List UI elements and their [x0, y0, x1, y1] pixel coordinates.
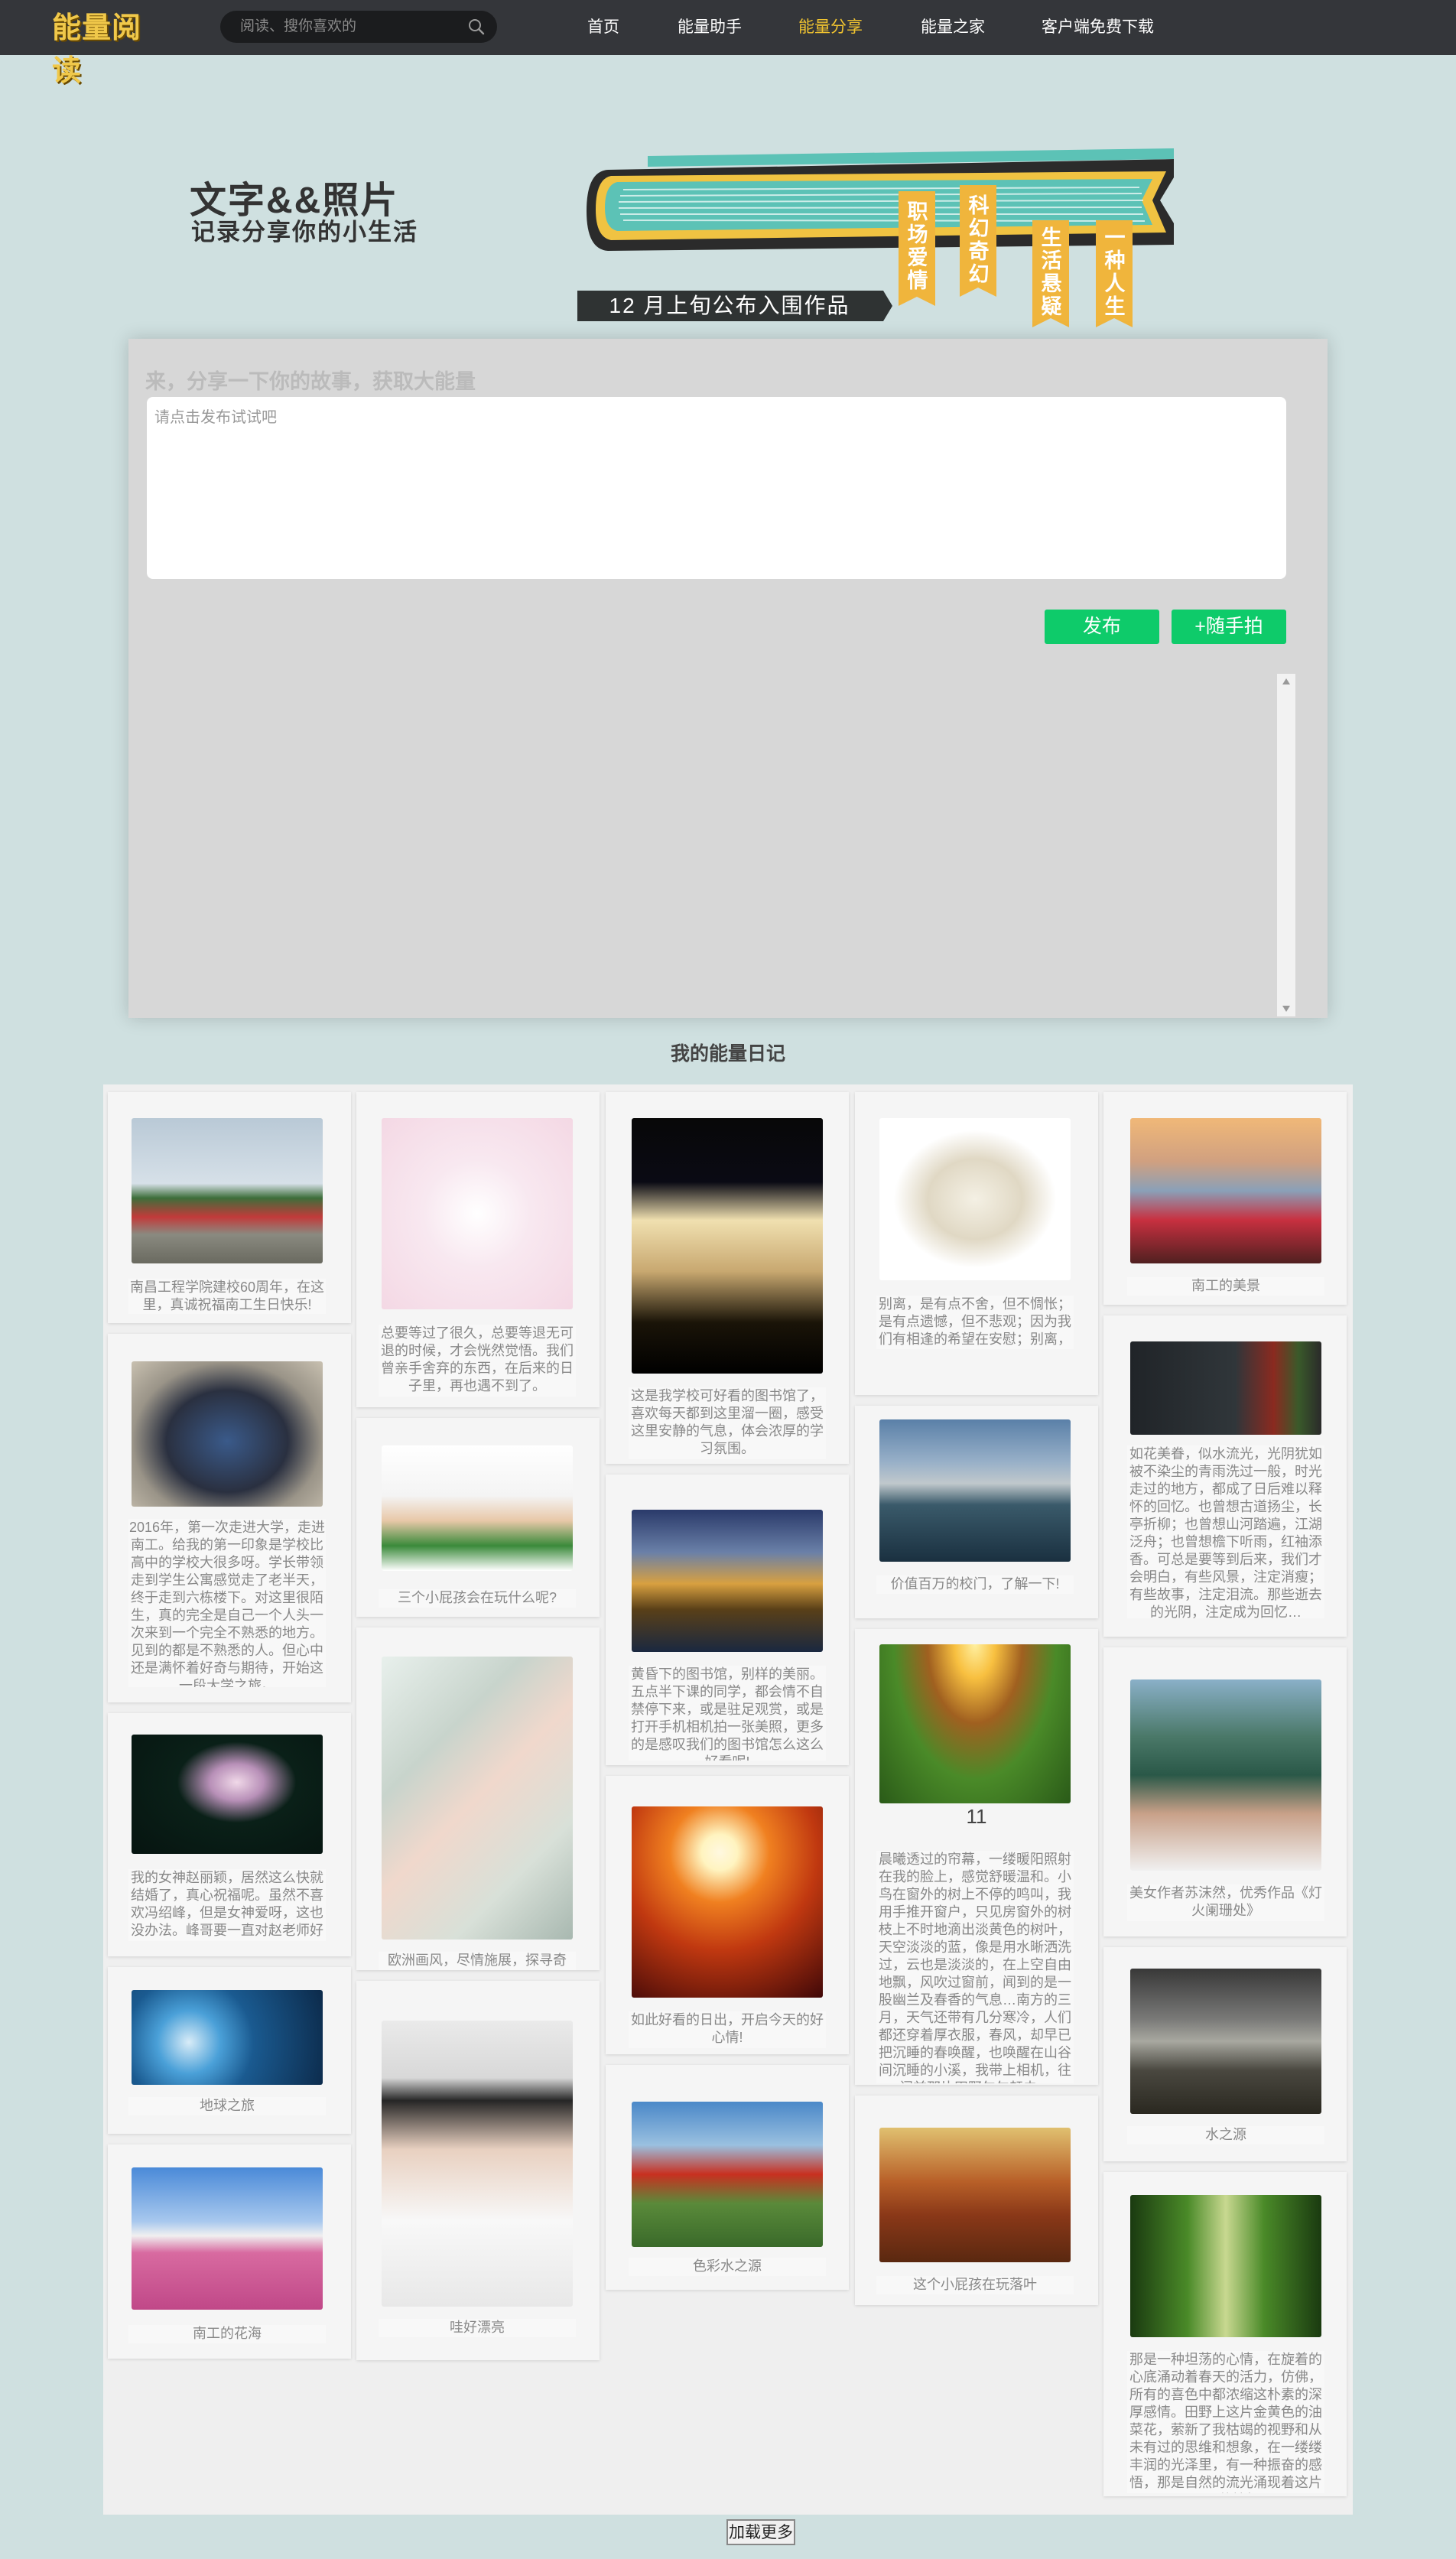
earth-photo[interactable] [132, 1990, 323, 2085]
tag-a-kind-of-life[interactable]: 一种人生 [1103, 226, 1126, 318]
search-box [220, 11, 497, 43]
load-more-button[interactable]: 加载更多 [726, 2519, 795, 2545]
pink-circle-photo[interactable] [382, 1118, 573, 1309]
site-logo[interactable]: 能量阅读 [52, 6, 150, 87]
author-photo[interactable] [1130, 1679, 1321, 1871]
diary-card[interactable]: 我的女神赵丽颖，居然这么快就结婚了，真心祝福呢。虽然不喜欢冯绍峰，但是女神爱呀，… [108, 1713, 351, 1956]
card-number: 11 [966, 1805, 987, 1828]
water-source-photo[interactable] [632, 2102, 823, 2247]
three-kids-photo[interactable] [382, 1445, 573, 1571]
card-caption: 黄昏下的图书馆，别样的美丽。五点半下课的同学，都会情不自禁停下来，或是驻足观赏，… [629, 1666, 826, 1761]
publish-button[interactable]: 发布 [1045, 610, 1159, 644]
campus-view-photo[interactable] [1130, 1118, 1321, 1263]
diary-card[interactable]: 价值百万的校门，了解一下! [855, 1406, 1098, 1618]
diary-section-title: 我的能量日记 [670, 1043, 785, 1065]
nav-energy-assistant[interactable]: 能量助手 [678, 0, 742, 55]
diary-card[interactable]: 黄昏下的图书馆，别样的美丽。五点半下课的同学，都会情不自禁停下来，或是驻足观赏，… [606, 1475, 849, 1765]
compose-textarea[interactable] [147, 397, 1286, 579]
diary-card[interactable]: 哇好漂亮 [356, 1981, 600, 2360]
nav-home[interactable]: 首页 [587, 0, 619, 55]
top-nav-bar: 能量阅读 首页 能量助手 能量分享 能量之家 客户端免费下载 [0, 0, 1456, 87]
nav-client-download[interactable]: 客户端免费下载 [1042, 0, 1154, 55]
compose-scrollbar[interactable] [1277, 674, 1295, 1016]
christmas-photo[interactable] [1130, 1341, 1321, 1435]
card-caption: 南工的花海 [128, 2325, 326, 2343]
diary-card[interactable]: 总要等过了很久，总要等退无可退的时候，才会恍然觉悟。我们曾亲手舍弃的东西，在后来… [356, 1092, 600, 1407]
forest-path-photo[interactable] [1130, 2195, 1321, 2337]
diary-card[interactable]: 别离，是有点不舍，但不惆怅；是有点遗憾，但不悲观；因为我们有相逢的希望在安慰；别… [855, 1092, 1098, 1395]
card-caption: 美女作者苏沫然，优秀作品《灯火阑珊处》 [1127, 1884, 1324, 1921]
diary-card[interactable]: 这个小屁孩在玩落叶 [855, 2096, 1098, 2305]
girl-portrait-photo[interactable] [382, 2021, 573, 2307]
card-caption: 那是一种坦荡的心情，在旋着的心底涌动着春天的活力，仿佛，所有的喜色中都浓缩这朴素… [1127, 2351, 1324, 2493]
card-caption: 如此好看的日出，开启今天的好心情! [629, 2011, 826, 2048]
nav-energy-share[interactable]: 能量分享 [798, 0, 863, 55]
campus-anniversary-photo[interactable] [132, 1118, 323, 1263]
card-caption: 南工的美景 [1127, 1277, 1324, 1296]
card-caption: 欧洲画风，尽情施展，探寻奇迹。 [379, 1952, 576, 1970]
card-caption: 水之源 [1127, 2126, 1324, 2144]
tag-life-mystery[interactable]: 生活悬疑 [1040, 226, 1063, 318]
card-caption: 如花美眷，似水流光，光阴犹如被不染尘的青雨洗过一般，时光走过的地方，都成了日后难… [1127, 1445, 1324, 1618]
card-caption: 南昌工程学院建校60周年，在这里，真诚祝福南工生日快乐! [128, 1279, 326, 1314]
tag-sci-fi-fantasy[interactable]: 科幻奇幻 [967, 194, 990, 286]
diary-card[interactable]: 11 晨曦透过的帘幕，一缕暖阳照射在我的脸上，感觉舒暖温和。小鸟在窗外的树上不停的… [855, 1629, 1098, 2085]
card-caption: 哇好漂亮 [379, 2319, 576, 2337]
search-icon[interactable] [468, 18, 485, 35]
card-caption: 三个小屁孩会在玩什么呢? [379, 1589, 576, 1608]
diary-card[interactable]: 美女作者苏沫然，优秀作品《灯火阑珊处》 [1103, 1647, 1347, 1936]
compose-heading: 来，分享一下你的故事，获取大能量 [145, 370, 476, 393]
flower-sea-photo[interactable] [132, 2167, 323, 2310]
diary-card[interactable]: 南昌工程学院建校60周年，在这里，真诚祝福南工生日快乐! [108, 1092, 351, 1323]
sunrise-photo[interactable] [632, 1806, 823, 1998]
card-caption: 2016年，第一次走进大学，走进南工。给我的第一印象是学校比高中的学校大很多呀。… [128, 1519, 326, 1687]
scroll-photo[interactable] [879, 1118, 1071, 1280]
card-caption: 价值百万的校门，了解一下! [876, 1575, 1074, 1594]
library-dusk-photo[interactable] [632, 1510, 823, 1652]
diary-card[interactable]: 如花美眷，似水流光，光阴犹如被不染尘的青雨洗过一般，时光走过的地方，都成了日后难… [1103, 1315, 1347, 1637]
kid-leaves-photo[interactable] [879, 2128, 1071, 2262]
star-night-photo[interactable] [132, 1735, 323, 1854]
card-caption: 晨曦透过的帘幕，一缕暖阳照射在我的脸上，感觉舒暖温和。小鸟在窗外的树上不停的鸣叫… [876, 1851, 1074, 2083]
diary-card[interactable]: 欧洲画风，尽情施展，探寻奇迹。 [356, 1627, 600, 1970]
announcement-ribbon: 12 月上旬公布入围作品 [609, 294, 850, 317]
diary-card[interactable]: 南工的美景 [1103, 1092, 1347, 1305]
compose-panel: 来，分享一下你的故事，获取大能量 发布 +随手拍 [128, 339, 1328, 1018]
diary-card[interactable]: 这是我学校可好看的图书馆了，喜欢每天都到这里溜一圈，感受这里安静的气息，体会浓厚… [606, 1092, 849, 1464]
diary-card[interactable]: 三个小屁孩会在玩什么呢? [356, 1418, 600, 1617]
card-caption: 这是我学校可好看的图书馆了，喜欢每天都到这里溜一圈，感受这里安静的气息，体会浓厚… [629, 1387, 826, 1459]
card-caption: 别离，是有点不舍，但不惆怅；是有点遗憾，但不悲观；因为我们有相逢的希望在安慰；别… [876, 1296, 1074, 1349]
scroll-up-icon[interactable] [1282, 678, 1290, 684]
diary-card[interactable]: 如此好看的日出，开启今天的好心情! [606, 1776, 849, 2054]
diary-card[interactable]: 地球之旅 [108, 1967, 351, 2134]
card-caption: 这个小屁孩在玩落叶 [876, 2276, 1074, 2294]
school-gate-photo[interactable] [879, 1419, 1071, 1562]
banner-subtitle: 记录分享你的小生活 [191, 219, 418, 245]
card-caption: 地球之旅 [128, 2097, 326, 2115]
water-origin-photo[interactable] [1130, 1969, 1321, 2114]
diary-card[interactable]: 那是一种坦荡的心情，在旋着的心底涌动着春天的活力，仿佛，所有的喜色中都浓缩这朴素… [1103, 2172, 1347, 2496]
scroll-down-icon[interactable] [1282, 1006, 1290, 1012]
diary-card[interactable]: 2016年，第一次走进大学，走进南工。给我的第一印象是学校比高中的学校大很多呀。… [108, 1334, 351, 1702]
library-night-photo[interactable] [632, 1118, 823, 1374]
tag-workplace-romance[interactable]: 职场爱情 [906, 200, 929, 292]
card-caption: 我的女神赵丽颖，居然这么快就结婚了，真心祝福呢。虽然不喜欢冯绍峰，但是女神爱呀，… [128, 1869, 326, 1941]
diary-card[interactable]: 色彩水之源 [606, 2065, 849, 2290]
campus-model-photo[interactable] [132, 1361, 323, 1507]
diary-card[interactable]: 水之源 [1103, 1947, 1347, 2161]
portrait-painting-photo[interactable] [382, 1657, 573, 1940]
card-caption: 色彩水之源 [629, 2258, 826, 2276]
search-input[interactable] [240, 11, 462, 43]
nav-energy-home[interactable]: 能量之家 [921, 0, 985, 55]
card-caption: 总要等过了很久，总要等退无可退的时候，才会恍然觉悟。我们曾亲手舍弃的东西，在后来… [379, 1325, 576, 1397]
snap-photo-button[interactable]: +随手拍 [1172, 610, 1286, 644]
diary-card[interactable]: 南工的花海 [108, 2144, 351, 2359]
sunset-field-photo[interactable] [879, 1644, 1071, 1803]
